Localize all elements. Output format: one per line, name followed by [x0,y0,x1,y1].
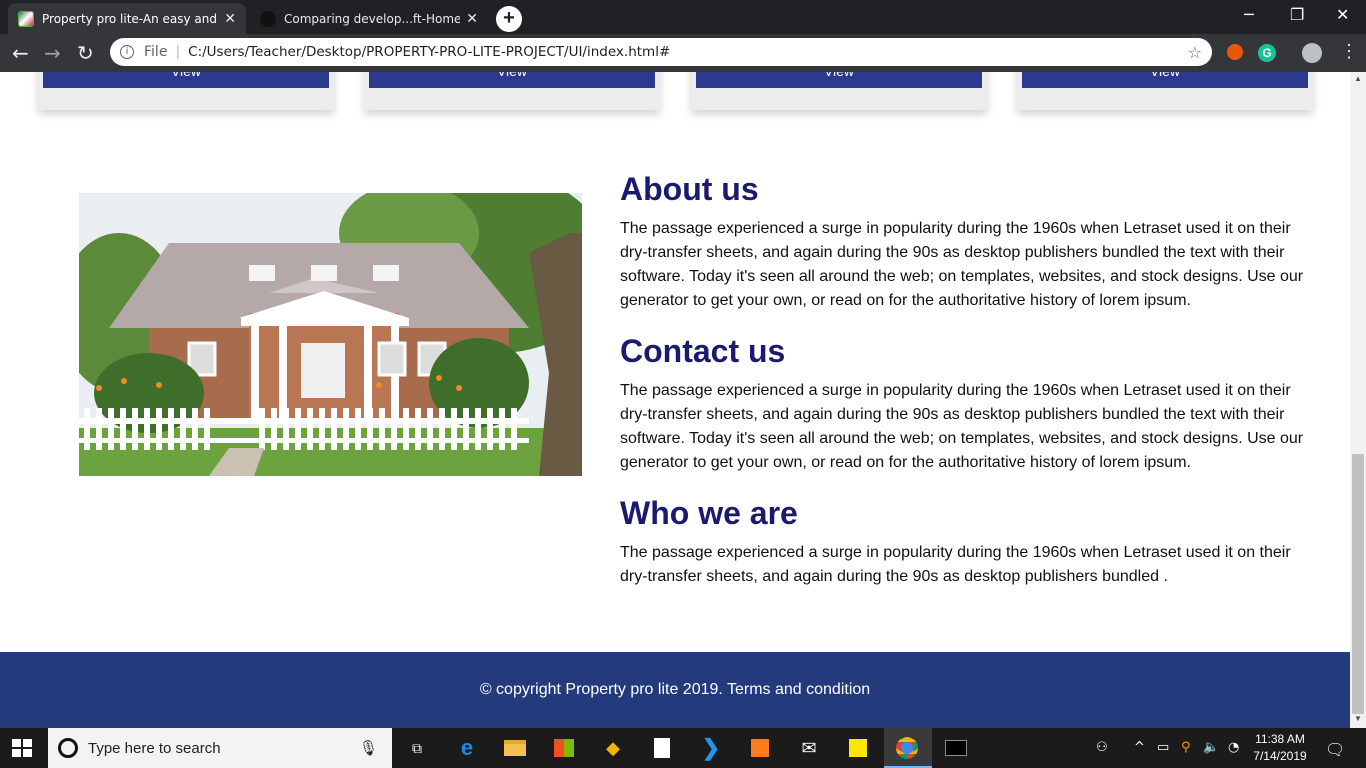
new-tab-button[interactable]: + [496,6,522,32]
view-button[interactable]: View [696,72,982,88]
who-we-are-text: The passage experienced a surge in popul… [620,544,1291,585]
profile-avatar[interactable] [1302,43,1322,63]
cortana-icon[interactable] [58,738,78,758]
more-menu-icon[interactable]: ⋮ [1340,41,1358,62]
contact-us-heading: Contact us [620,333,786,369]
windows-start-icon[interactable] [12,739,32,757]
minimize-icon[interactable]: ─ [1244,5,1254,24]
tab-title: Comparing develop...ft-Home-Pa [284,11,461,26]
footer: © copyright Property pro lite 2019. Term… [0,652,1350,728]
about-us-heading: About us [620,171,759,207]
windows-taskbar: Type here to search 🎙 ⧉ e ◆ ❯ ✉ ⚇ ^ ▭ ⚲ … [0,728,1366,768]
close-window-icon[interactable]: ✕ [1336,5,1349,24]
back-icon[interactable]: ← [12,41,29,65]
volume-icon[interactable]: 🔈 [1203,740,1219,755]
page-viewport: View View View View [0,72,1350,728]
info-icon[interactable]: i [120,45,134,59]
reload-icon[interactable]: ↻ [77,41,94,65]
property-card: View [691,72,987,110]
info-sections: About us The passage experienced a surge… [620,169,1320,607]
close-tab-icon[interactable]: ✕ [466,11,478,27]
wifi-icon[interactable]: ◔ [1228,740,1239,755]
fire-extension-icon[interactable] [1227,44,1243,60]
view-button[interactable]: View [43,72,329,88]
microphone-icon[interactable]: 🎙 [359,739,378,757]
system-clock[interactable]: 11:38 AM 7/14/2019 [1248,731,1312,765]
about-us-text: The passage experienced a surge in popul… [620,220,1304,309]
address-bar[interactable]: i File | C:/Users/Teacher/Desktop/PROPER… [110,38,1212,66]
scrollbar-thumb[interactable] [1352,454,1364,714]
browser-tab-bar: Property pro lite-An easy and reli ✕ Com… [0,0,1366,34]
mail-icon[interactable]: ✉ [797,736,821,760]
git-icon[interactable]: ◆ [601,736,625,760]
clock-time: 11:38 AM [1255,732,1305,746]
battery-icon[interactable]: ▭ [1157,740,1169,755]
file-explorer-icon[interactable] [503,736,527,760]
vscode-icon[interactable]: ❯ [699,735,723,760]
address-scheme: File [144,44,168,60]
property-card: View [364,72,660,110]
media-player-icon[interactable] [748,736,772,760]
forward-icon[interactable]: → [44,41,61,65]
grammarly-icon[interactable]: G [1258,44,1276,62]
sticky-notes-icon[interactable] [846,736,870,760]
show-hidden-icons[interactable]: ^ [1134,740,1145,755]
view-button[interactable]: View [369,72,655,88]
tab-property-pro-lite[interactable]: Property pro lite-An easy and reli ✕ [8,3,246,34]
scroll-down-icon[interactable]: ▼ [1354,714,1362,723]
chrome-icon[interactable] [895,736,919,760]
browser-toolbar: ← → ↻ i File | C:/Users/Teacher/Desktop/… [0,34,1366,72]
github-favicon-icon [260,10,276,27]
site-favicon-icon [18,10,34,27]
terminal-icon[interactable] [944,736,968,760]
edge-icon[interactable]: e [455,735,479,760]
who-we-are-heading: Who we are [620,495,798,531]
property-card: View [1017,72,1313,110]
store-icon[interactable] [552,736,576,760]
restore-icon[interactable]: ❐ [1290,5,1304,24]
footer-text[interactable]: © copyright Property pro lite 2019. Term… [480,681,870,698]
house-image [79,193,582,476]
tab-comparing-developers[interactable]: Comparing develop...ft-Home-Pa ✕ [250,3,488,34]
contact-us-text: The passage experienced a surge in popul… [620,382,1304,471]
people-icon[interactable]: ⚇ [1096,740,1108,755]
scroll-up-icon[interactable]: ▲ [1354,74,1362,83]
task-view-icon[interactable]: ⧉ [405,736,429,760]
close-tab-icon[interactable]: ✕ [224,11,236,27]
tab-title: Property pro lite-An easy and reli [42,11,218,26]
address-separator: | [175,44,181,60]
clock-date: 7/14/2019 [1253,749,1307,763]
notifications-icon[interactable]: 🗨 [1325,740,1345,759]
property-card: View [38,72,334,110]
page-scrollbar[interactable]: ▲ ▼ [1350,72,1366,728]
taskbar-search[interactable]: Type here to search 🎙 [48,728,392,768]
search-placeholder[interactable]: Type here to search [88,740,359,757]
notepad-icon[interactable] [650,736,674,760]
view-button[interactable]: View [1022,72,1308,88]
address-url[interactable]: C:/Users/Teacher/Desktop/PROPERTY-PRO-LI… [188,44,1188,60]
security-icon[interactable]: ⚲ [1181,740,1191,755]
bookmark-star-icon[interactable]: ☆ [1188,43,1202,62]
